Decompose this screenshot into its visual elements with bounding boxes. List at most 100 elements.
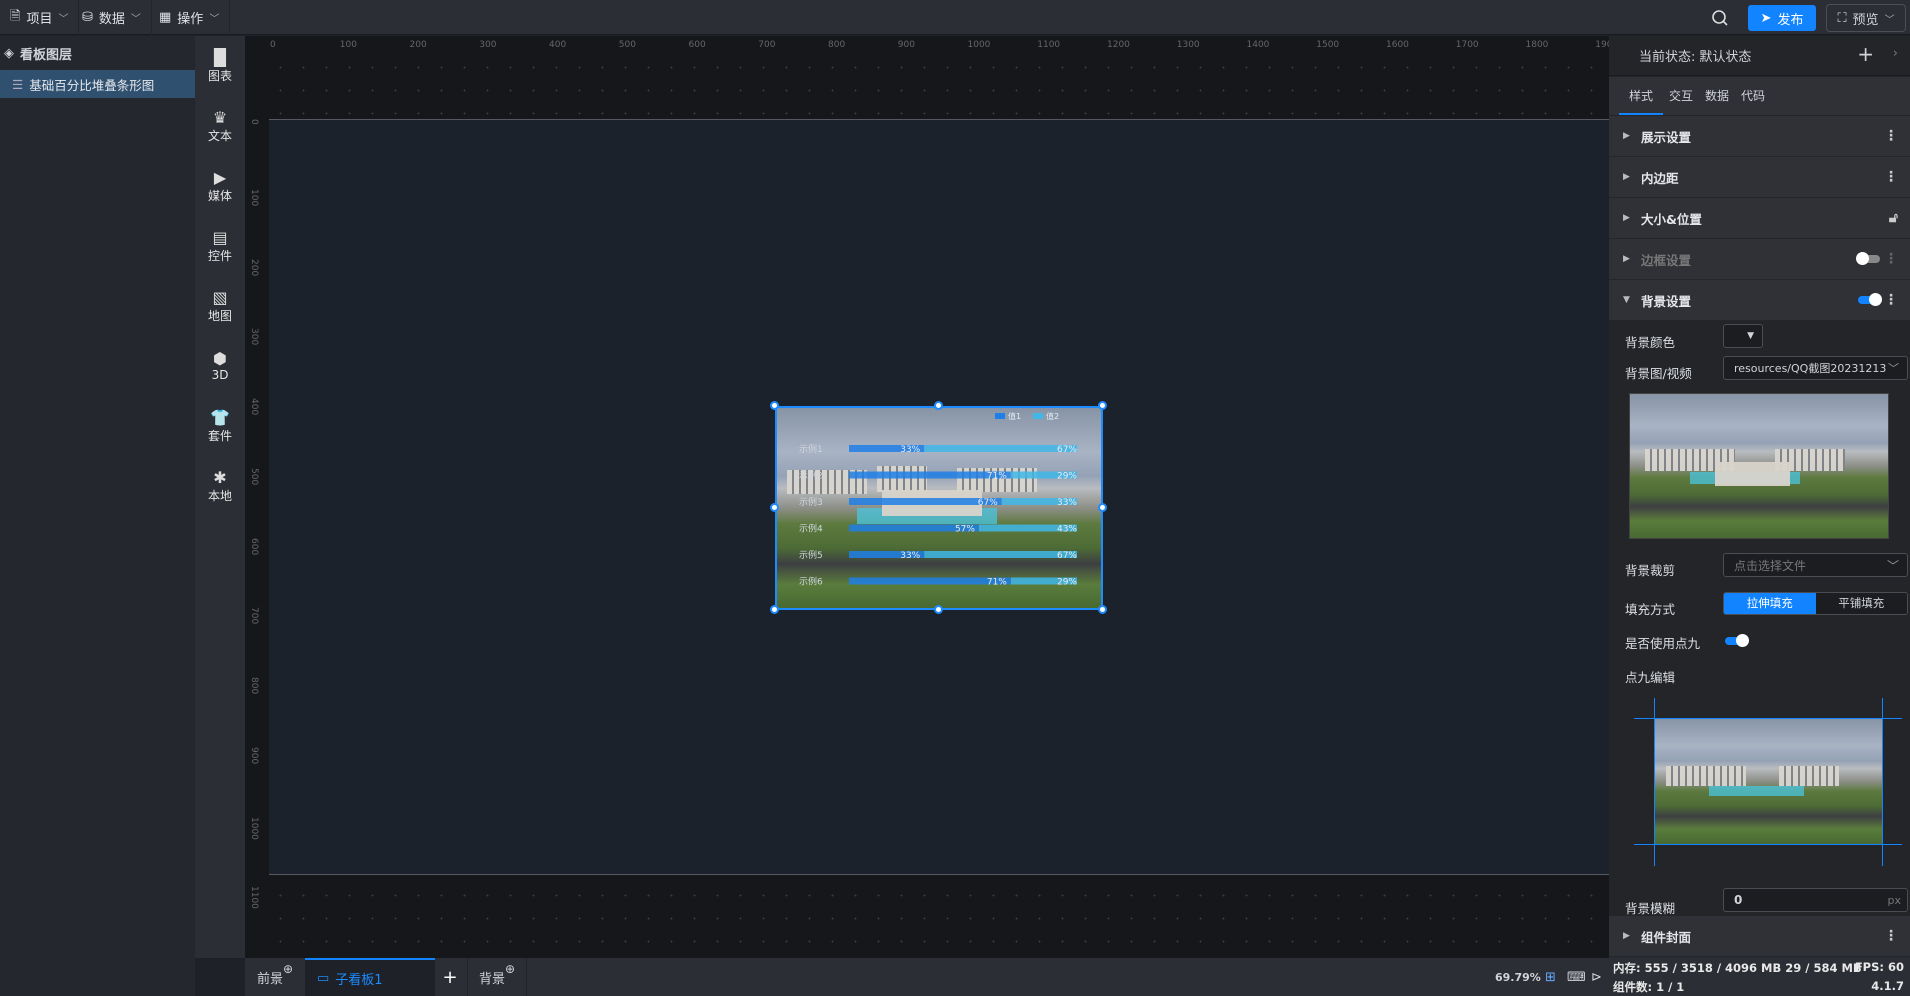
resize-handle[interactable] — [770, 605, 779, 614]
ruler-tick-label: 200 — [409, 40, 427, 50]
ruler-tick-label: 1700 — [1455, 40, 1479, 50]
resize-handle[interactable] — [1098, 503, 1107, 512]
property-panel: 当前状态: 默认状态 + › 样式 交互 数据 代码 ▶ 展示设置 ⋮ ▶ 内边距 ⋮ ▶… — [1609, 36, 1910, 957]
bg-crop-select[interactable]: 点击选择文件 ﹀ — [1723, 553, 1908, 577]
guide-line-right[interactable] — [1882, 698, 1883, 866]
more-icon[interactable]: ⋮ — [1884, 928, 1898, 944]
ruler-tick-label: 100 — [339, 40, 357, 50]
puzzle-icon: ✱ — [213, 467, 227, 487]
more-icon[interactable]: ⋮ — [1884, 251, 1898, 267]
tool-chart[interactable]: ▐▌ 图表 — [195, 36, 245, 96]
fit-screen-icon[interactable]: ⊞ — [1545, 958, 1556, 996]
data-label: 33% — [1057, 498, 1077, 508]
menu-project[interactable]: 🗎 项目 ﹀ — [0, 0, 80, 35]
menu-data[interactable]: ⛁ 数据 ﹀ — [72, 0, 152, 35]
cube-icon: ⬢ — [213, 349, 227, 368]
file-icon: 🗎 — [10, 8, 21, 24]
send-icon: ➤ — [1760, 10, 1772, 26]
menu-operation[interactable]: ▦ 操作 ﹀ — [149, 0, 231, 35]
resize-handle[interactable] — [770, 503, 779, 512]
tab-style[interactable]: 样式 — [1619, 77, 1664, 115]
ruler-tick-label: 100 — [249, 188, 259, 206]
section-background[interactable]: ▼ 背景设置 ⋮ — [1609, 280, 1910, 321]
more-icon[interactable]: ⋮ — [1884, 292, 1898, 308]
background-toggle[interactable] — [1858, 293, 1882, 306]
more-icon[interactable]: ⋮ — [1884, 169, 1898, 185]
terminal-icon[interactable]: ⊳ — [1591, 958, 1602, 996]
ruler-tick-label: 700 — [758, 40, 776, 50]
ruler-tick-label: 500 — [249, 467, 259, 485]
category-label: 示例5 — [799, 549, 823, 561]
guide-line-bottom[interactable] — [1634, 844, 1902, 845]
category-label: 示例3 — [799, 496, 823, 508]
bg-color-picker[interactable]: ▼ — [1723, 324, 1763, 348]
chevron-right-icon[interactable]: › — [1893, 46, 1898, 61]
tab-background[interactable]: 背景 ⊕ — [467, 958, 527, 996]
layers-icon: ◈ — [4, 45, 14, 61]
layer-panel: ◈ 看板图层 ☰ 基础百分比堆叠条形图 — [0, 36, 195, 996]
resize-handle[interactable] — [1098, 401, 1107, 410]
ruler-tick-label: 1400 — [1246, 40, 1270, 50]
ruler-vertical: 0 100 200 300 400 500 600 700 800 900 1000 1100 — [245, 36, 269, 958]
tab-bar: 样式 交互 数据 代码 — [1609, 77, 1910, 115]
resize-handle[interactable] — [1098, 605, 1107, 614]
search-icon[interactable] — [1710, 8, 1730, 28]
guide-line-left[interactable] — [1654, 698, 1655, 866]
tool-media[interactable]: ▶ 媒体 — [195, 156, 245, 216]
section-display[interactable]: ▶ 展示设置 ⋮ — [1609, 116, 1910, 157]
tab-data[interactable]: 数据 — [1699, 77, 1735, 115]
tool-map[interactable]: ▧ 地图 — [195, 276, 245, 336]
tool-kit[interactable]: 👕 套件 — [195, 396, 245, 456]
ruler-tick-label: 1100 — [249, 886, 259, 910]
nine-patch-editor[interactable] — [1634, 698, 1902, 866]
resize-handle[interactable] — [770, 401, 779, 410]
add-state-icon[interactable]: + — [1857, 42, 1874, 66]
nine-patch-toggle[interactable] — [1725, 634, 1749, 647]
zoom-level: 69.79% — [1495, 970, 1541, 984]
ruler-tick-label: 0 — [249, 119, 259, 125]
state-row: 当前状态: 默认状态 + › — [1609, 36, 1910, 76]
layer-item[interactable]: ☰ 基础百分比堆叠条形图 — [0, 70, 195, 98]
add-subboard-button[interactable]: + — [435, 958, 465, 996]
bar-segment — [924, 445, 1077, 452]
guide-line-top[interactable] — [1634, 718, 1902, 719]
preview-button[interactable]: ⛶ 预览 ﹀ — [1826, 4, 1906, 32]
fill-stretch-option[interactable]: 拉伸填充 — [1724, 593, 1816, 614]
resize-handle[interactable] — [934, 605, 943, 614]
chevron-down-icon: ﹀ — [209, 14, 220, 25]
add-circle-icon[interactable]: ⊕ — [505, 962, 515, 976]
tab-interaction[interactable]: 交互 — [1663, 77, 1699, 115]
more-icon[interactable]: ⋮ — [1884, 128, 1898, 144]
tool-text[interactable]: ♛ 文本 — [195, 96, 245, 156]
tab-subboard[interactable]: ▭ 子看板1 — [305, 958, 435, 996]
section-cover[interactable]: ▶ 组件封面 ⋮ — [1609, 916, 1910, 957]
plus-icon: + — [442, 966, 458, 988]
data-label: 29% — [1057, 472, 1077, 482]
caret-right-icon: ▶ — [1623, 213, 1630, 223]
fps: FPS: 60 — [1854, 960, 1904, 974]
ruler-tick-label: 1000 — [249, 816, 259, 840]
resize-handle[interactable] — [934, 401, 943, 410]
border-toggle[interactable] — [1856, 252, 1880, 265]
section-size-position[interactable]: ▶ 大小&位置 🔓︎ — [1609, 198, 1910, 239]
section-border[interactable]: ▶ 边框设置 ⋮ — [1609, 239, 1910, 280]
ruler-tick-label: 1100 — [1037, 40, 1061, 50]
tool-local[interactable]: ✱ 本地 — [195, 456, 245, 516]
section-padding[interactable]: ▶ 内边距 ⋮ — [1609, 157, 1910, 198]
percent-stacked-bar-widget[interactable]: 示例1 33% 67% 示例2 71% 29% 示例3 67% 33% 示例4 57% 43% 示例5 3… — [775, 406, 1103, 610]
publish-button[interactable]: ➤ 发布 — [1748, 5, 1816, 31]
keyboard-icon[interactable]: ⌨ — [1567, 958, 1586, 996]
fill-tile-option[interactable]: 平铺填充 — [1815, 593, 1907, 614]
chevron-down-icon: ﹀ — [1884, 14, 1895, 26]
tool-control[interactable]: ▤ 控件 — [195, 216, 245, 276]
ruler-tick-label: 700 — [249, 607, 259, 625]
ruler-tick-label: 900 — [249, 746, 259, 764]
bg-blur-input[interactable]: 0 px — [1723, 888, 1908, 912]
tab-code[interactable]: 代码 — [1735, 77, 1771, 115]
bg-image-select[interactable]: resources/QQ截图20231213 ﹀ — [1723, 356, 1908, 380]
add-circle-icon[interactable]: ⊕ — [283, 962, 293, 976]
lock-icon[interactable]: 🔓︎ — [1889, 210, 1898, 226]
legend-swatch — [995, 413, 1005, 419]
tool-3d[interactable]: ⬢ 3D — [195, 336, 245, 396]
tab-foreground[interactable]: 前景 ⊕ — [245, 958, 305, 996]
